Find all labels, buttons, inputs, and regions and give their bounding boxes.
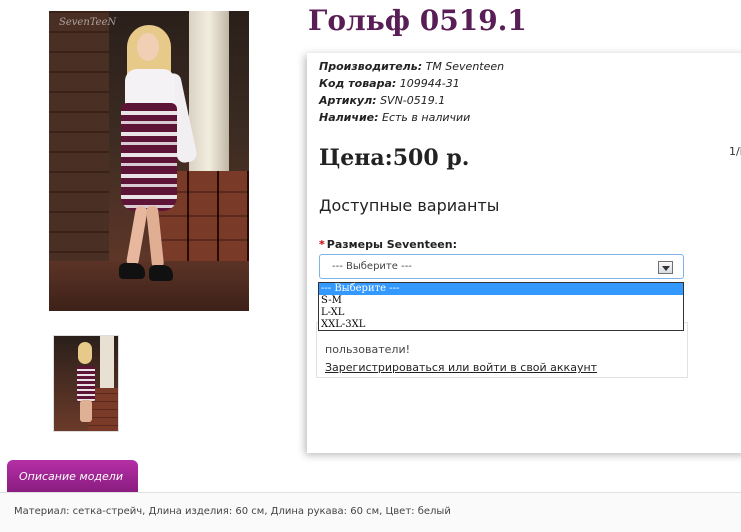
thumb-model-dress — [77, 366, 95, 402]
size-select[interactable]: --- Выберите --- — [319, 254, 684, 279]
size-select-value: --- Выберите --- — [332, 261, 412, 272]
image-model-dress — [121, 103, 177, 211]
image-watermark: SevenTeeN — [59, 17, 117, 28]
spec-manufacturer: Производитель: TM Seventeen — [319, 60, 505, 73]
size-dropdown-list[interactable]: --- Выберите --- S-M L-XL XXL-3XL — [318, 282, 684, 331]
thumb-model-hair — [78, 342, 92, 364]
product-main-image[interactable]: SevenTeeN — [49, 11, 249, 311]
size-option-placeholder[interactable]: --- Выберите --- — [319, 283, 683, 295]
register-link[interactable]: Зарегистрироваться или войти в свой акка… — [325, 359, 679, 377]
image-model-shoe — [119, 263, 145, 279]
product-thumbnail[interactable] — [53, 335, 119, 432]
size-option-label: * Размеры Seventeen: — [319, 238, 457, 251]
product-specs: Производитель: TM Seventeen Код товара: … — [319, 58, 504, 126]
size-option-xxl-3xl[interactable]: XXL-3XL — [319, 319, 683, 331]
image-model-shoe — [149, 265, 173, 281]
image-model-leg — [125, 205, 149, 267]
size-option-l-xl[interactable]: L-XL — [319, 307, 683, 319]
product-price: Цена:500 р. — [319, 145, 469, 171]
spec-availability: Наличие: Есть в наличии — [319, 111, 471, 124]
product-title: Гольф 0519.1 — [308, 4, 527, 37]
size-option-s-m[interactable]: S-M — [319, 295, 683, 307]
notice-message: пользователи! — [325, 343, 411, 356]
spec-article: Артикул: SVN-0519.1 — [319, 94, 446, 107]
price-label: Цена: — [319, 145, 393, 171]
description-text: Материал: сетка-стрейч, Длина изделия: 6… — [0, 492, 741, 532]
chevron-down-icon[interactable] — [658, 261, 673, 274]
side-link[interactable]: 1/h — [729, 145, 741, 158]
price-value: 500 р. — [392, 145, 470, 171]
product-info-panel: Производитель: TM Seventeen Код товара: … — [307, 53, 741, 453]
required-mark: * — [319, 238, 325, 251]
spec-code: Код товара: 109944-31 — [319, 77, 460, 90]
image-model-face — [137, 33, 159, 61]
thumb-model-legs — [80, 400, 92, 422]
variants-heading: Доступные варианты — [319, 196, 500, 215]
tab-description[interactable]: Описание модели — [7, 460, 138, 492]
